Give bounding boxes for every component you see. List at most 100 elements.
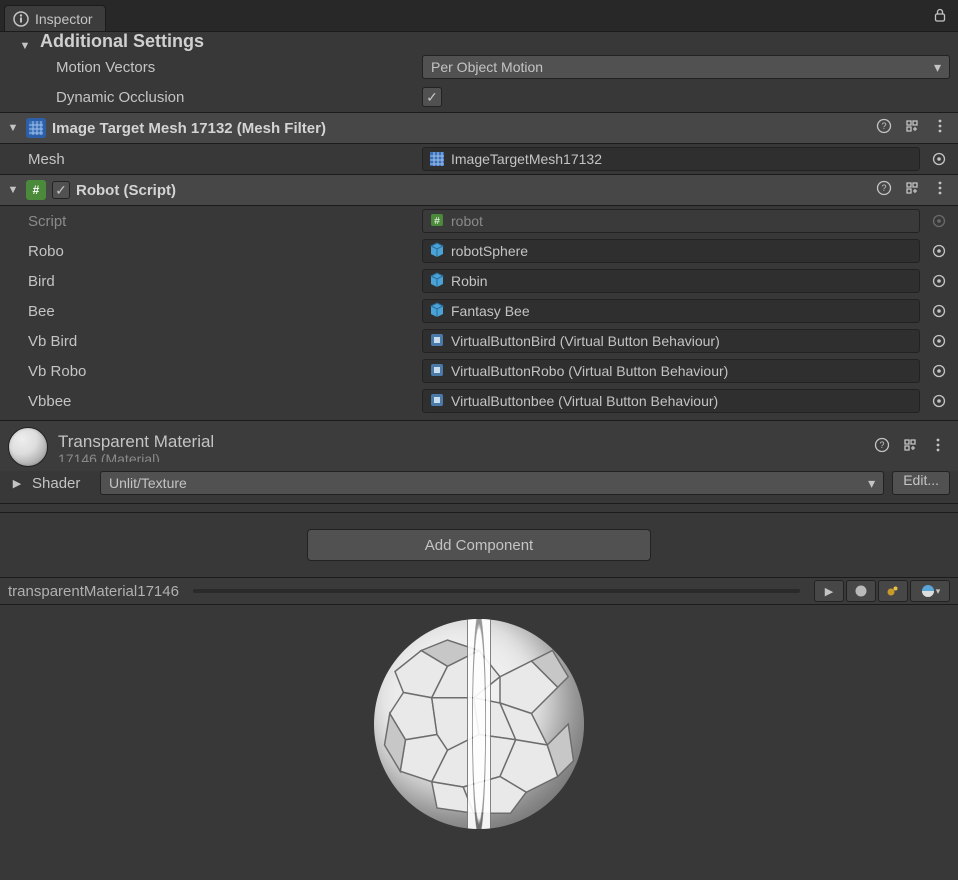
foldout-icon[interactable]: ▶ [10,477,24,490]
property-label: Bird [28,273,414,290]
object-picker-icon[interactable] [928,243,950,259]
foldout-icon[interactable]: ▼ [18,40,32,52]
property-label: Script [28,213,414,230]
object-picker-icon[interactable] [928,273,950,289]
property-label: Vbbee [28,393,414,410]
robot-script-header[interactable]: ▼ # ✓ Robot (Script) ? [0,174,958,206]
object-field[interactable]: VirtualButtonRobo (Virtual Button Behavi… [422,359,920,383]
property-label: Vb Robo [28,363,414,380]
preview-slider[interactable] [193,589,800,593]
property-label: Robo [28,243,414,260]
motion-vectors-select[interactable]: Per Object Motion ▾ [422,55,950,79]
motion-vectors-row: Motion Vectors Per Object Motion ▾ [0,52,958,82]
material-header[interactable]: Transparent Material 17146 (Material) ? [0,420,958,471]
svg-text:?: ? [881,121,886,131]
inspector-tab[interactable]: Inspector [4,5,106,31]
mesh-object-field[interactable]: ImageTargetMesh17132 [422,147,920,171]
object-field: # robot [422,209,920,233]
property-row: Vb Robo VirtualButtonRobo (Virtual Button… [0,356,958,386]
gameobject-icon [429,302,445,321]
property-row: Script # robot [0,206,958,236]
preview-title: transparentMaterial17146 [8,583,179,600]
shader-value: Unlit/Texture [109,475,187,491]
shader-edit-button[interactable]: Edit... [892,471,950,495]
inspector-tab-label: Inspector [35,11,93,27]
preview-sphere [374,619,584,829]
gameobject-icon [429,272,445,291]
mesh-asset-icon [429,151,445,167]
property-label: Bee [28,303,414,320]
additional-settings-header[interactable]: Additional Settings [40,32,204,52]
object-field-value: VirtualButtonbee (Virtual Button Behavio… [451,393,718,409]
preview-play-button[interactable]: ▶ [814,580,844,602]
dynamic-occlusion-row: Dynamic Occlusion ✓ [0,82,958,112]
object-field[interactable]: Robin [422,269,920,293]
object-picker-icon [928,213,950,229]
preset-icon[interactable] [902,437,918,457]
mesh-filter-header[interactable]: ▼ Image Target Mesh 17132 (Mesh Filter) … [0,112,958,144]
help-icon[interactable]: ? [874,437,890,457]
object-picker-icon[interactable] [928,363,950,379]
add-component-wrap: Add Component [0,513,958,577]
property-row: Vb Bird VirtualButtonBird (Virtual Button… [0,326,958,356]
help-icon[interactable]: ? [876,180,892,200]
gameobject-icon [429,242,445,261]
material-name: Transparent Material [58,433,864,450]
object-picker-icon[interactable] [928,393,950,409]
kebab-menu-icon[interactable] [932,180,948,200]
object-field[interactable]: robotSphere [422,239,920,263]
property-label: Vb Bird [28,333,414,350]
mesh-filter-title: Image Target Mesh 17132 (Mesh Filter) [52,120,326,137]
component-icon [429,392,445,411]
dynamic-occlusion-checkbox[interactable]: ✓ [422,87,442,107]
object-picker-icon[interactable] [928,151,950,167]
object-picker-icon[interactable] [928,303,950,319]
object-field[interactable]: Fantasy Bee [422,299,920,323]
shader-select[interactable]: Unlit/Texture ▾ [100,471,884,495]
property-row: Bee Fantasy Bee [0,296,958,326]
preview-lighting-button[interactable] [878,580,908,602]
preview-toolbar: transparentMaterial17146 ▶ ▾ [0,577,958,605]
chevron-down-icon: ▾ [934,59,941,76]
material-thumbnail [8,427,48,467]
chevron-down-icon: ▾ [936,586,941,597]
object-picker-icon[interactable] [928,333,950,349]
inspector-tabbar: Inspector [0,0,958,32]
svg-text:?: ? [879,440,884,450]
preset-icon[interactable] [904,118,920,138]
foldout-icon[interactable]: ▼ [6,122,20,134]
material-preview[interactable] [0,605,958,880]
add-component-button[interactable]: Add Component [307,529,651,561]
help-icon[interactable]: ? [876,118,892,138]
preview-sphere-button[interactable] [846,580,876,602]
property-row: Robo robotSphere [0,236,958,266]
property-row: Bird Robin [0,266,958,296]
info-icon [13,11,29,27]
mesh-row: Mesh ImageTargetMesh17132 [0,144,958,174]
chevron-down-icon: ▾ [868,475,875,492]
component-icon [429,362,445,381]
robot-enabled-checkbox[interactable]: ✓ [52,181,70,199]
object-field[interactable]: VirtualButtonbee (Virtual Button Behavio… [422,389,920,413]
property-row: Vbbee VirtualButtonbee (Virtual Button Be… [0,386,958,416]
object-field[interactable]: VirtualButtonBird (Virtual Button Behavi… [422,329,920,353]
component-icon [429,332,445,351]
preview-skybox-button[interactable]: ▾ [910,580,950,602]
object-field-value: VirtualButtonRobo (Virtual Button Behavi… [451,363,728,379]
kebab-menu-icon[interactable] [930,437,946,457]
csharp-script-icon: # [26,180,46,200]
foldout-icon[interactable]: ▼ [6,184,20,196]
material-subtitle: 17146 (Material) [58,452,864,462]
object-field-value: VirtualButtonBird (Virtual Button Behavi… [451,333,720,349]
kebab-menu-icon[interactable] [932,118,948,138]
script-icon: # [429,212,445,231]
material-section: Transparent Material 17146 (Material) ? … [0,420,958,503]
preset-icon[interactable] [904,180,920,200]
lock-icon[interactable] [932,7,948,27]
svg-text:#: # [434,216,440,227]
mesh-filter-component: ▼ Image Target Mesh 17132 (Mesh Filter) … [0,112,958,174]
object-field-value: robot [451,213,483,229]
mesh-label: Mesh [28,151,414,168]
object-field-value: Fantasy Bee [451,303,530,319]
dynamic-occlusion-label: Dynamic Occlusion [56,89,414,106]
